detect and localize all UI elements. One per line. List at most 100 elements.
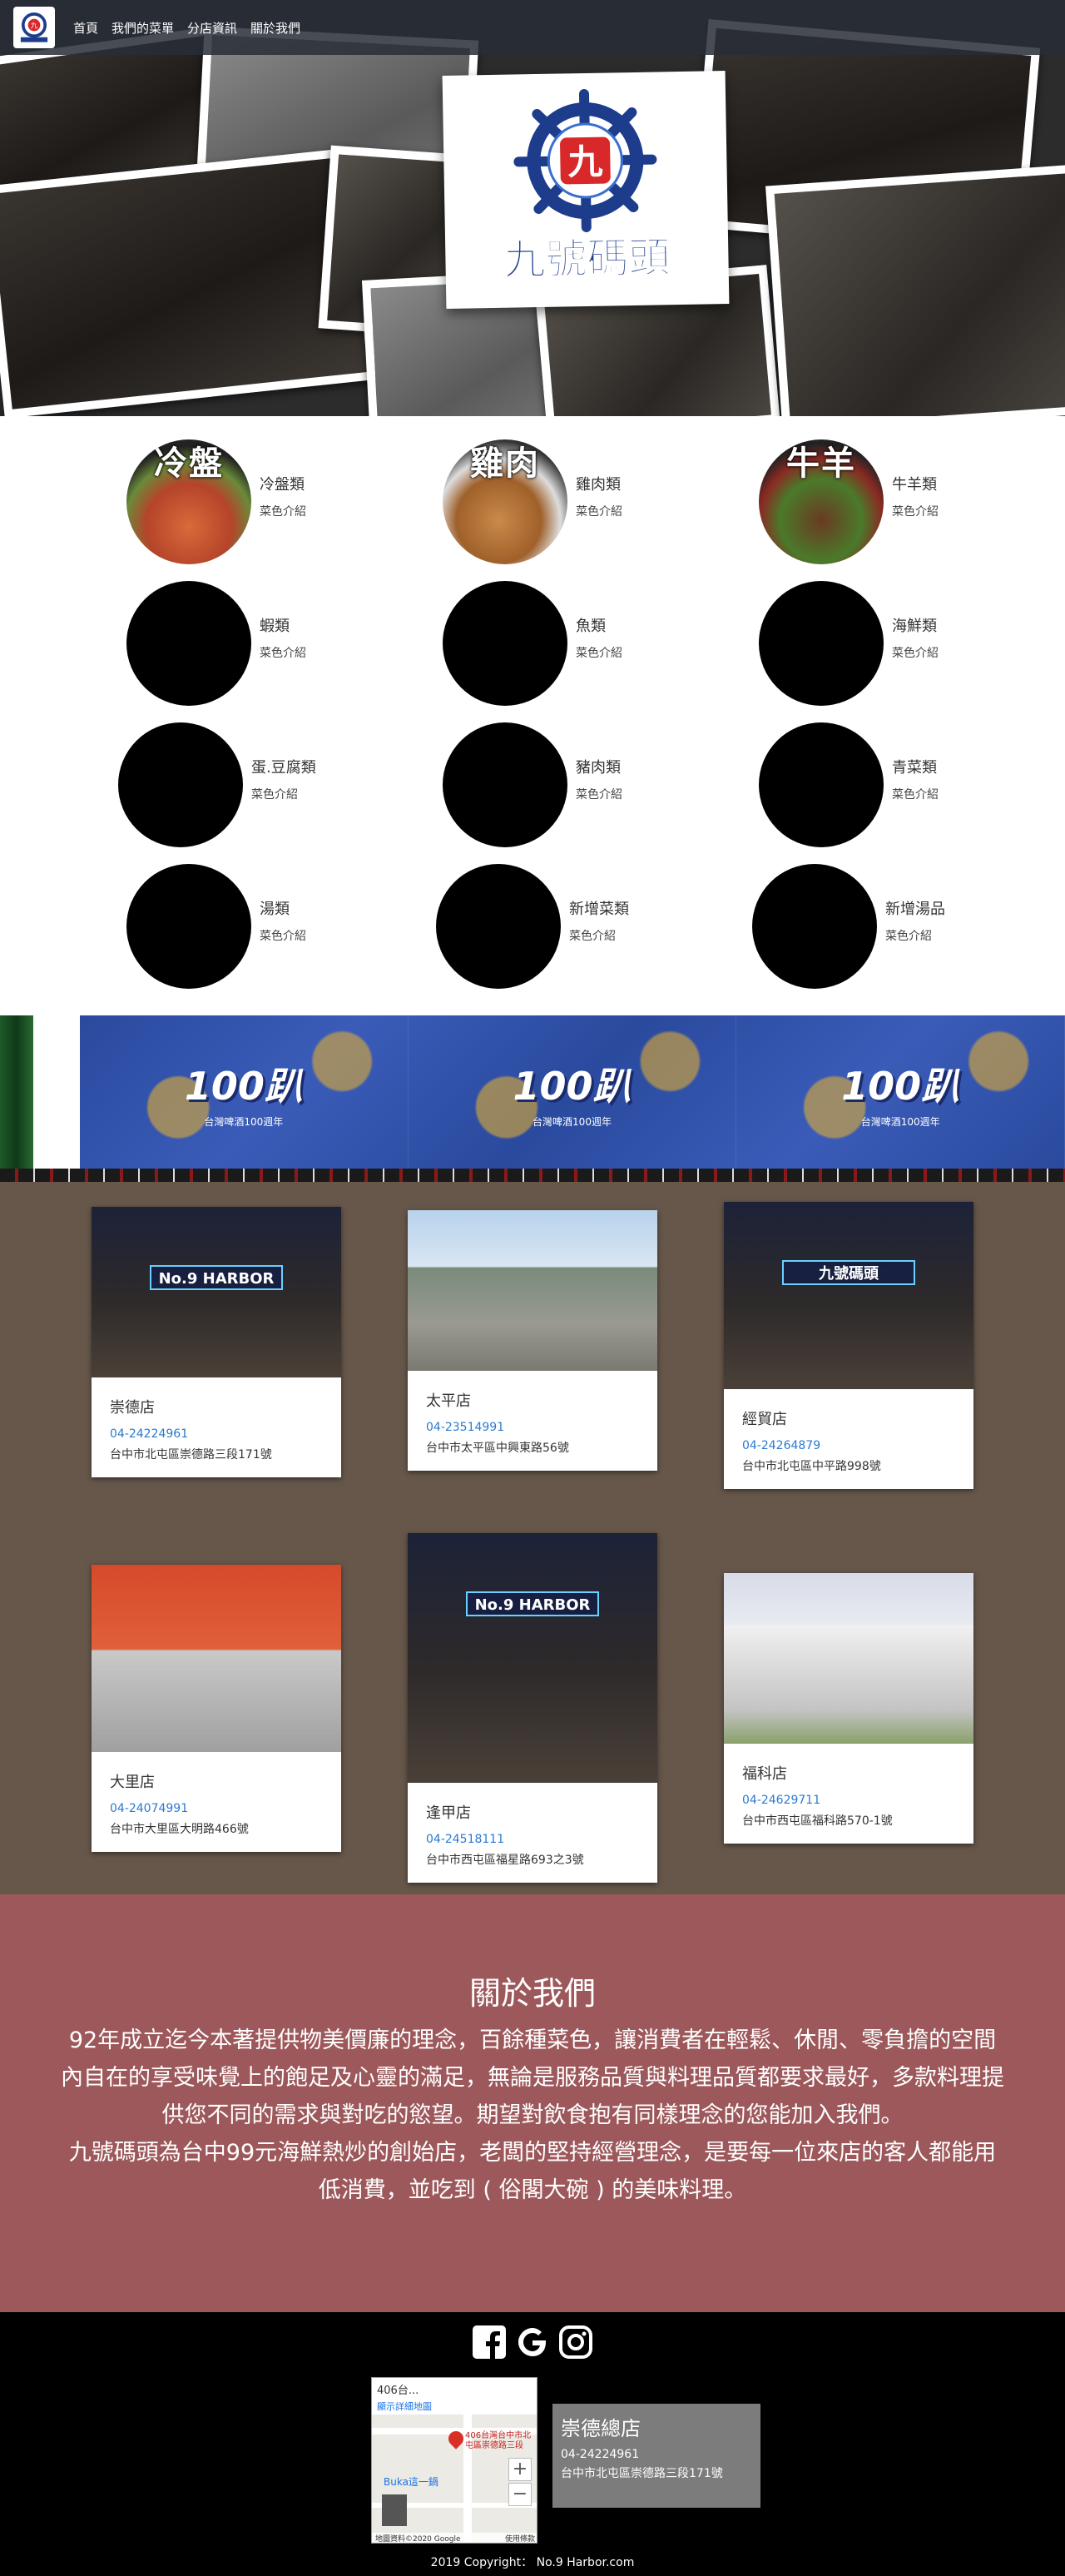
store-card-jingmao[interactable]: 九號碼頭 經貿店 04-24264879 台中市北屯區中平路998號 — [724, 1202, 973, 1489]
store-name: 大里店 — [110, 1774, 155, 1791]
store-phone-link[interactable]: 04-24518111 — [426, 1833, 641, 1846]
instagram-icon[interactable] — [557, 2324, 594, 2360]
google-icon[interactable] — [514, 2324, 551, 2360]
menu-item-soup[interactable]: 湯類 菜色介紹 — [126, 864, 306, 989]
menu-item-image — [443, 581, 567, 706]
google-map-embed[interactable]: 406台... 顯示詳細地圖 406台灣台中市北屯區崇德路三段 Buka這一鍋 … — [371, 2377, 537, 2544]
menu-item-sub: 菜色介紹 — [892, 505, 939, 519]
store-card-taiping[interactable]: 太平店 04-23514991 台中市太平區中興東路56號 — [408, 1210, 657, 1471]
menu-item-name: 湯類 — [260, 901, 290, 918]
store-sign: No.9 HARBOR — [466, 1591, 599, 1616]
banner-subline: 台灣啤酒100週年 — [532, 1115, 612, 1128]
banner-tile: 100趴 台灣啤酒100週年 — [80, 1015, 409, 1169]
store-photo — [724, 1573, 973, 1744]
nav-link-stores[interactable]: 分店資訊 — [187, 19, 237, 37]
store-card-chongde[interactable]: No.9 HARBOR 崇德店 04-24224961 台中市北屯區崇德路三段1… — [92, 1207, 341, 1477]
svg-text:九: 九 — [567, 141, 603, 183]
store-phone-link[interactable]: 04-23514991 — [426, 1421, 641, 1434]
menu-item-cold-dishes[interactable]: 冷盤 冷盤類 菜色介紹 — [126, 439, 306, 564]
banner-decorative-strip — [0, 1169, 1065, 1182]
circle-title: 雞肉 — [470, 444, 540, 483]
menu-item-name: 蛋.豆腐類 — [251, 759, 316, 777]
menu-item-vegetables[interactable]: 青菜類 菜色介紹 — [759, 722, 939, 847]
store-phone-link[interactable]: 04-24264879 — [742, 1439, 957, 1452]
banner-headline: 100趴 — [841, 1063, 960, 1109]
store-photo: No.9 HARBOR — [92, 1207, 341, 1377]
menu-item-seafood[interactable]: 海鮮類 菜色介紹 — [759, 581, 939, 706]
social-links — [0, 2324, 1065, 2360]
menu-item-name: 蝦類 — [260, 618, 290, 635]
menu-item-chicken[interactable]: 雞肉 雞肉類 菜色介紹 — [443, 439, 622, 564]
hero-logo-card: 九 九號碼頭 — [442, 71, 730, 309]
menu-item-image — [126, 581, 251, 706]
svg-text:九號碼頭: 九號碼頭 — [503, 233, 671, 284]
head-store-phone: 04-24224961 — [561, 2448, 640, 2461]
map-larger-link[interactable]: 顯示詳細地圖 — [377, 2400, 533, 2413]
store-photo: No.9 HARBOR — [408, 1533, 657, 1783]
banner-graphic: 100趴 台灣啤酒100週年 100趴 台灣啤酒100週年 100趴 台灣啤酒1… — [80, 1015, 1065, 1169]
map-address: 406台... — [377, 2385, 419, 2397]
beer-bottle-image — [0, 1015, 57, 1182]
store-name: 太平店 — [426, 1392, 471, 1410]
nav-link-home[interactable]: 首頁 — [73, 19, 98, 37]
menu-item-fish[interactable]: 魚類 菜色介紹 — [443, 581, 622, 706]
map-zoom-in-button[interactable]: + — [508, 2458, 532, 2481]
hero-photo — [765, 164, 1065, 416]
map-qr-code — [382, 2494, 407, 2526]
store-card-dali[interactable]: 大里店 04-24074991 台中市大里區大明路466號 — [92, 1565, 341, 1852]
store-photo — [408, 1210, 657, 1371]
menu-item-name: 新增菜類 — [569, 901, 629, 918]
menu-item-image — [759, 581, 884, 706]
nav-link-menu[interactable]: 我們的菜單 — [111, 19, 174, 37]
menu-item-image: 雞肉 — [443, 439, 567, 564]
map-terms-link[interactable]: 使用條款 — [505, 2533, 535, 2543]
menu-item-sub: 菜色介紹 — [885, 930, 932, 943]
circle-title: 冷盤 — [154, 444, 224, 483]
store-card-fuke[interactable]: 福科店 04-24629711 台中市西屯區福科路570-1號 — [724, 1573, 973, 1844]
facebook-icon[interactable] — [471, 2324, 508, 2360]
no9-harbor-logo-icon: 九 九號碼頭 — [503, 89, 671, 285]
menu-item-egg-tofu[interactable]: 蛋.豆腐類 菜色介紹 — [118, 722, 316, 847]
store-name: 經貿店 — [742, 1411, 787, 1428]
store-phone-link[interactable]: 04-24629711 — [742, 1794, 957, 1807]
map-zoom-out-button[interactable]: − — [508, 2483, 532, 2506]
promo-banner[interactable]: 100趴 台灣啤酒100週年 100趴 台灣啤酒100週年 100趴 台灣啤酒1… — [0, 1015, 1065, 1182]
menu-item-shrimp[interactable]: 蝦類 菜色介紹 — [126, 581, 306, 706]
menu-item-image — [126, 864, 251, 989]
menu-item-sub: 菜色介紹 — [892, 788, 939, 802]
store-name: 崇德店 — [110, 1399, 155, 1417]
store-list: No.9 HARBOR 崇德店 04-24224961 台中市北屯區崇德路三段1… — [0, 1182, 1065, 1894]
menu-item-new-soups[interactable]: 新增湯品 菜色介紹 — [752, 864, 945, 989]
store-card-fengjia[interactable]: No.9 HARBOR 逢甲店 04-24518111 台中市西屯區福星路693… — [408, 1533, 657, 1883]
banner-subline: 台灣啤酒100週年 — [860, 1115, 940, 1128]
store-phone-link[interactable]: 04-24074991 — [110, 1802, 324, 1815]
menu-item-name: 魚類 — [576, 618, 606, 635]
top-navbar: 九 首頁 我們的菜單 分店資訊 關於我們 — [0, 0, 1065, 55]
store-address: 台中市西屯區福星路693之3號 — [426, 1854, 584, 1867]
menu-item-sub: 菜色介紹 — [892, 647, 939, 660]
menu-item-image — [118, 722, 243, 847]
map-poi-label: Buka這一鍋 — [384, 2476, 438, 2488]
map-attribution: 地圖資料©2020 Google — [375, 2535, 461, 2544]
store-photo: 九號碼頭 — [724, 1202, 973, 1389]
banner-tile: 100趴 台灣啤酒100週年 — [408, 1015, 737, 1169]
menu-item-beef-lamb[interactable]: 牛羊 牛羊類 菜色介紹 — [759, 439, 939, 564]
map-place-label: 406台灣台中市北屯區崇德路三段 — [465, 2431, 532, 2450]
head-store-name: 崇德總店 — [561, 2417, 641, 2440]
map-info-card: 406台... 顯示詳細地圖 — [372, 2378, 537, 2415]
store-phone-link[interactable]: 04-24224961 — [110, 1427, 324, 1441]
about-paragraph: 92年成立迄今本著提供物美價廉的理念，百餘種菜色，讓消費者在輕鬆、休閒、零負擔的… — [61, 2028, 1004, 2128]
menu-item-new-dishes[interactable]: 新增菜類 菜色介紹 — [436, 864, 629, 989]
store-address: 台中市西屯區福科路570-1號 — [742, 1814, 893, 1828]
banner-headline: 100趴 — [184, 1063, 303, 1109]
menu-item-name: 青菜類 — [892, 759, 937, 777]
menu-item-pork[interactable]: 豬肉類 菜色介紹 — [443, 722, 622, 847]
about-title: 關於我們 — [468, 1975, 596, 2012]
brand-logo[interactable]: 九 — [13, 7, 55, 48]
menu-item-name: 海鮮類 — [892, 618, 937, 635]
nav-link-about[interactable]: 關於我們 — [250, 19, 300, 37]
store-name: 福科店 — [742, 1765, 787, 1783]
menu-item-name: 雞肉類 — [576, 476, 621, 494]
menu-item-image — [759, 722, 884, 847]
store-address: 台中市北屯區中平路998號 — [742, 1460, 881, 1473]
